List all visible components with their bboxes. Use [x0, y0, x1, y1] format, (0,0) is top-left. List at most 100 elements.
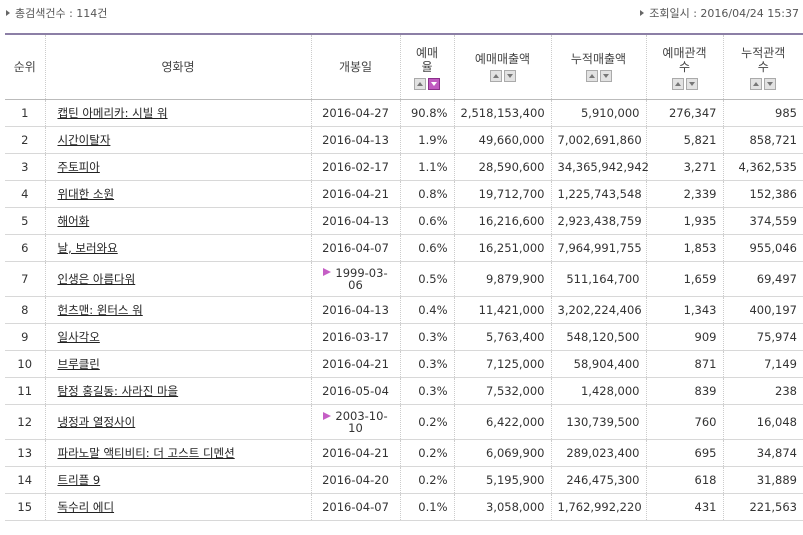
- sales-cell: 2,518,153,400: [453, 99, 551, 127]
- cumulative-audience-cell: 31,889: [722, 466, 803, 494]
- table-row: 12 냉정과 열정사이 2003-10- 10 0.2% 6,422,000 13…: [5, 404, 803, 440]
- col-cumulative-audience: 누적관객 수: [722, 34, 803, 100]
- title-cell: 해어화: [44, 207, 311, 235]
- sort-desc-button[interactable]: [503, 70, 516, 83]
- cumulative-sales-cell: 1,225,743,548: [550, 180, 646, 208]
- rank-cell: 6: [5, 234, 45, 262]
- cumulative-audience-cell: 858,721: [722, 126, 803, 154]
- rerelease-arrow-icon: [323, 411, 332, 420]
- share-cell: 0.8%: [399, 180, 454, 208]
- sort-desc-button[interactable]: [428, 78, 440, 91]
- sort-up-icon: [492, 74, 499, 79]
- rank-cell: 3: [5, 153, 45, 181]
- sort-desc-button[interactable]: [764, 78, 777, 91]
- audience-cell: 1,853: [645, 234, 723, 262]
- sort-up-icon: [417, 82, 423, 87]
- cumulative-audience-cell: 75,974: [722, 323, 803, 351]
- cumulative-sales-cell: 1,428,000: [550, 377, 646, 405]
- release-date-cell: 2016-04-07: [310, 493, 400, 521]
- sales-cell: 7,532,000: [453, 377, 551, 405]
- rank-cell: 8: [5, 296, 45, 324]
- table-row: 5 해어화 2016-04-13 0.6% 16,216,600 2,923,4…: [5, 207, 803, 235]
- audience-cell: 1,343: [645, 296, 723, 324]
- bullet-triangle-icon: [640, 10, 645, 16]
- title-cell: 독수리 에디: [44, 493, 311, 521]
- table-row: 10 브루클린 2016-04-21 0.3% 7,125,000 58,904…: [5, 350, 803, 378]
- box-office-table: 순위 영화명 개봉일 예매 율 예매매출액 누적매출액 예매관객 수 누적관객 수: [5, 33, 803, 521]
- movie-title-link[interactable]: 위대한 소원: [58, 187, 115, 201]
- sort-asc-button[interactable]: [585, 70, 598, 83]
- cumulative-audience-cell: 400,197: [722, 296, 803, 324]
- movie-title-link[interactable]: 날, 보러와요: [58, 241, 118, 255]
- rerelease-arrow-icon: [323, 267, 332, 276]
- cumulative-sales-cell: 5,910,000: [550, 99, 646, 127]
- movie-title-link[interactable]: 브루클린: [58, 357, 100, 371]
- sort-asc-button[interactable]: [671, 78, 684, 91]
- audience-cell: 871: [645, 350, 723, 378]
- audience-cell: 839: [645, 377, 723, 405]
- sort-down-icon: [767, 82, 774, 87]
- table-header: 순위 영화명 개봉일 예매 율 예매매출액 누적매출액 예매관객 수 누적관객 수: [5, 34, 803, 100]
- share-cell: 0.2%: [399, 439, 454, 467]
- cumulative-audience-cell: 374,559: [722, 207, 803, 235]
- movie-title-link[interactable]: 독수리 에디: [58, 500, 115, 514]
- cumulative-audience-cell: 69,497: [722, 261, 803, 297]
- movie-title-link[interactable]: 인생은 아름다워: [58, 272, 136, 286]
- movie-title-link[interactable]: 헌츠맨: 윈터스 워: [58, 303, 143, 317]
- cumulative-sales-cell: 1,762,992,220: [550, 493, 646, 521]
- col-rank: 순위: [5, 34, 45, 100]
- cumulative-audience-cell: 34,874: [722, 439, 803, 467]
- sort-down-icon: [688, 82, 695, 87]
- movie-title-link[interactable]: 탐정 홍길동: 사라진 마을: [58, 384, 179, 398]
- share-cell: 0.6%: [399, 234, 454, 262]
- title-cell: 캡틴 아메리카: 시빌 워: [44, 99, 311, 127]
- title-cell: 주토피아: [44, 153, 311, 181]
- title-cell: 탐정 홍길동: 사라진 마을: [44, 377, 311, 405]
- movie-title-link[interactable]: 일사각오: [58, 330, 100, 344]
- release-date-cell: 1999-03- 06: [310, 261, 400, 297]
- table-row: 4 위대한 소원 2016-04-21 0.8% 19,712,700 1,22…: [5, 180, 803, 208]
- release-date-cell: 2016-04-21: [310, 180, 400, 208]
- cumulative-audience-cell: 16,048: [722, 404, 803, 440]
- rank-cell: 7: [5, 261, 45, 297]
- movie-title-link[interactable]: 해어화: [58, 214, 90, 228]
- sales-cell: 11,421,000: [453, 296, 551, 324]
- sort-desc-button[interactable]: [685, 78, 698, 91]
- audience-cell: 5,821: [645, 126, 723, 154]
- sort-desc-button[interactable]: [599, 70, 612, 83]
- cumulative-sales-cell: 3,202,224,406: [550, 296, 646, 324]
- movie-title-link[interactable]: 파라노말 액티비티: 더 고스트 디멘션: [58, 446, 235, 460]
- audience-cell: 695: [645, 439, 723, 467]
- sales-cell: 16,216,600: [453, 207, 551, 235]
- share-cell: 1.1%: [399, 153, 454, 181]
- sort-asc-button[interactable]: [750, 78, 763, 91]
- movie-title-link[interactable]: 냉정과 열정사이: [58, 415, 136, 429]
- movie-title-link[interactable]: 주토피아: [58, 160, 100, 174]
- release-date-cell: 2003-10- 10: [310, 404, 400, 440]
- bullet-triangle-icon: [6, 10, 10, 16]
- table-row: 8 헌츠맨: 윈터스 워 2016-04-13 0.4% 11,421,000 …: [5, 296, 803, 324]
- cumulative-sales-cell: 58,904,400: [550, 350, 646, 378]
- table-row: 9 일사각오 2016-03-17 0.3% 5,763,400 548,120…: [5, 323, 803, 351]
- cumulative-sales-cell: 7,002,691,860: [550, 126, 646, 154]
- table-row: 14 트리플 9 2016-04-20 0.2% 5,195,900 246,4…: [5, 466, 803, 494]
- col-sales: 예매매출액: [453, 34, 551, 100]
- sort-asc-button[interactable]: [414, 78, 426, 91]
- movie-title-link[interactable]: 트리플 9: [58, 473, 101, 487]
- cumulative-sales-cell: 511,164,700: [550, 261, 646, 297]
- rank-cell: 4: [5, 180, 45, 208]
- sales-cell: 9,879,900: [453, 261, 551, 297]
- share-cell: 0.5%: [399, 261, 454, 297]
- title-cell: 헌츠맨: 윈터스 워: [44, 296, 311, 324]
- share-cell: 0.1%: [399, 493, 454, 521]
- share-cell: 0.2%: [399, 466, 454, 494]
- col-share: 예매 율: [399, 34, 454, 100]
- movie-title-link[interactable]: 시간이탈자: [58, 133, 111, 147]
- movie-title-link[interactable]: 캡틴 아메리카: 시빌 워: [58, 106, 168, 120]
- table-row: 11 탐정 홍길동: 사라진 마을 2016-05-04 0.3% 7,532,…: [5, 377, 803, 405]
- rank-cell: 9: [5, 323, 45, 351]
- share-cell: 0.4%: [399, 296, 454, 324]
- rank-cell: 15: [5, 493, 45, 521]
- rank-cell: 2: [5, 126, 45, 154]
- sort-asc-button[interactable]: [489, 70, 502, 83]
